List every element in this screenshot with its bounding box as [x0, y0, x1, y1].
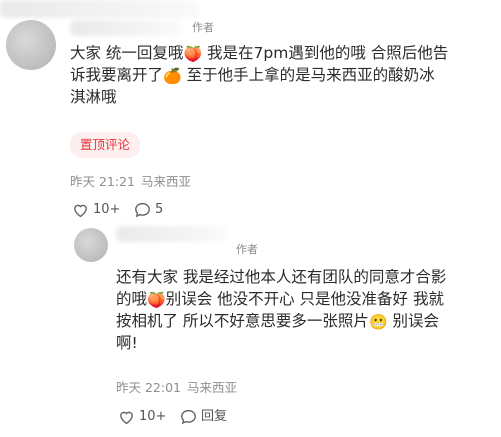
- reply-text: 还有大家 我是经过他本人还有团队的同意才合影 的哦🍑别误会 他没不开心 只是他没…: [116, 266, 496, 354]
- reply-count-button[interactable]: 5: [134, 202, 163, 218]
- like-count: 10+: [93, 202, 121, 217]
- reply-text-line: 按相机了 所以不好意思要多一张照片: [116, 312, 369, 330]
- reply-time: 昨天 22:01: [116, 380, 181, 395]
- reply-text-line: 的哦: [116, 290, 148, 308]
- reply-text-line: 啊!: [116, 334, 138, 352]
- reply-meta: 昨天 22:01 马来西亚: [116, 380, 243, 396]
- comment-text-line: 我是在7pm遇到他的哦 合照后他告: [202, 44, 449, 62]
- reply-author-tag: 作者: [236, 243, 258, 256]
- comment-bubble-icon: [135, 202, 150, 218]
- grimace-emoji-icon: 😬: [368, 313, 388, 331]
- reply-text-line: 别误会 他没不开心 只是他没准备好 我就: [165, 290, 444, 308]
- comment-text: 大家 统一回复哦🍑 我是在7pm遇到他的哦 合照后他告 诉我要离开了🍊 至于他手…: [70, 42, 495, 108]
- comment-text-line: 诉我要离开了: [70, 66, 164, 84]
- peach-emoji-icon: 🍑: [183, 45, 203, 63]
- top-blur-bar: [0, 0, 200, 18]
- comment-meta: 昨天 21:21 马来西亚: [70, 174, 197, 190]
- reply-label: 回复: [201, 409, 228, 424]
- comment-bubble-icon: [181, 409, 196, 425]
- avatar[interactable]: [6, 20, 56, 70]
- like-button[interactable]: 10+: [72, 202, 120, 218]
- comment-text-line: 淇淋哦: [70, 88, 117, 106]
- heart-outline-icon: [74, 204, 87, 218]
- reply-like-button[interactable]: 10+: [118, 409, 166, 425]
- reply-button[interactable]: 回复: [180, 409, 227, 425]
- heart-outline-icon: [120, 411, 133, 425]
- comment-time: 昨天 21:21: [70, 174, 135, 189]
- reply-avatar[interactable]: [74, 228, 108, 262]
- reply-username-blurred[interactable]: [116, 226, 226, 242]
- reply-location: 马来西亚: [187, 380, 238, 395]
- orange-emoji-icon: 🍊: [163, 67, 182, 85]
- comment-location: 马来西亚: [141, 174, 192, 189]
- reply-text-line: 还有大家 我是经过他本人还有团队的同意才合影: [116, 268, 447, 286]
- username-blurred[interactable]: [70, 20, 180, 36]
- comment-text-line: 大家 统一回复哦: [70, 44, 184, 62]
- reply-text-line: 别误会: [387, 312, 440, 330]
- reply-count: 5: [155, 202, 164, 217]
- comment-text-line: 至于他手上拿的是马来西亚的酸奶冰: [181, 66, 435, 84]
- reply-like-count: 10+: [139, 409, 167, 424]
- pinned-comment-badge: 置顶评论: [70, 132, 141, 158]
- peach-emoji-icon: 🍑: [147, 291, 166, 309]
- author-tag: 作者: [192, 21, 214, 34]
